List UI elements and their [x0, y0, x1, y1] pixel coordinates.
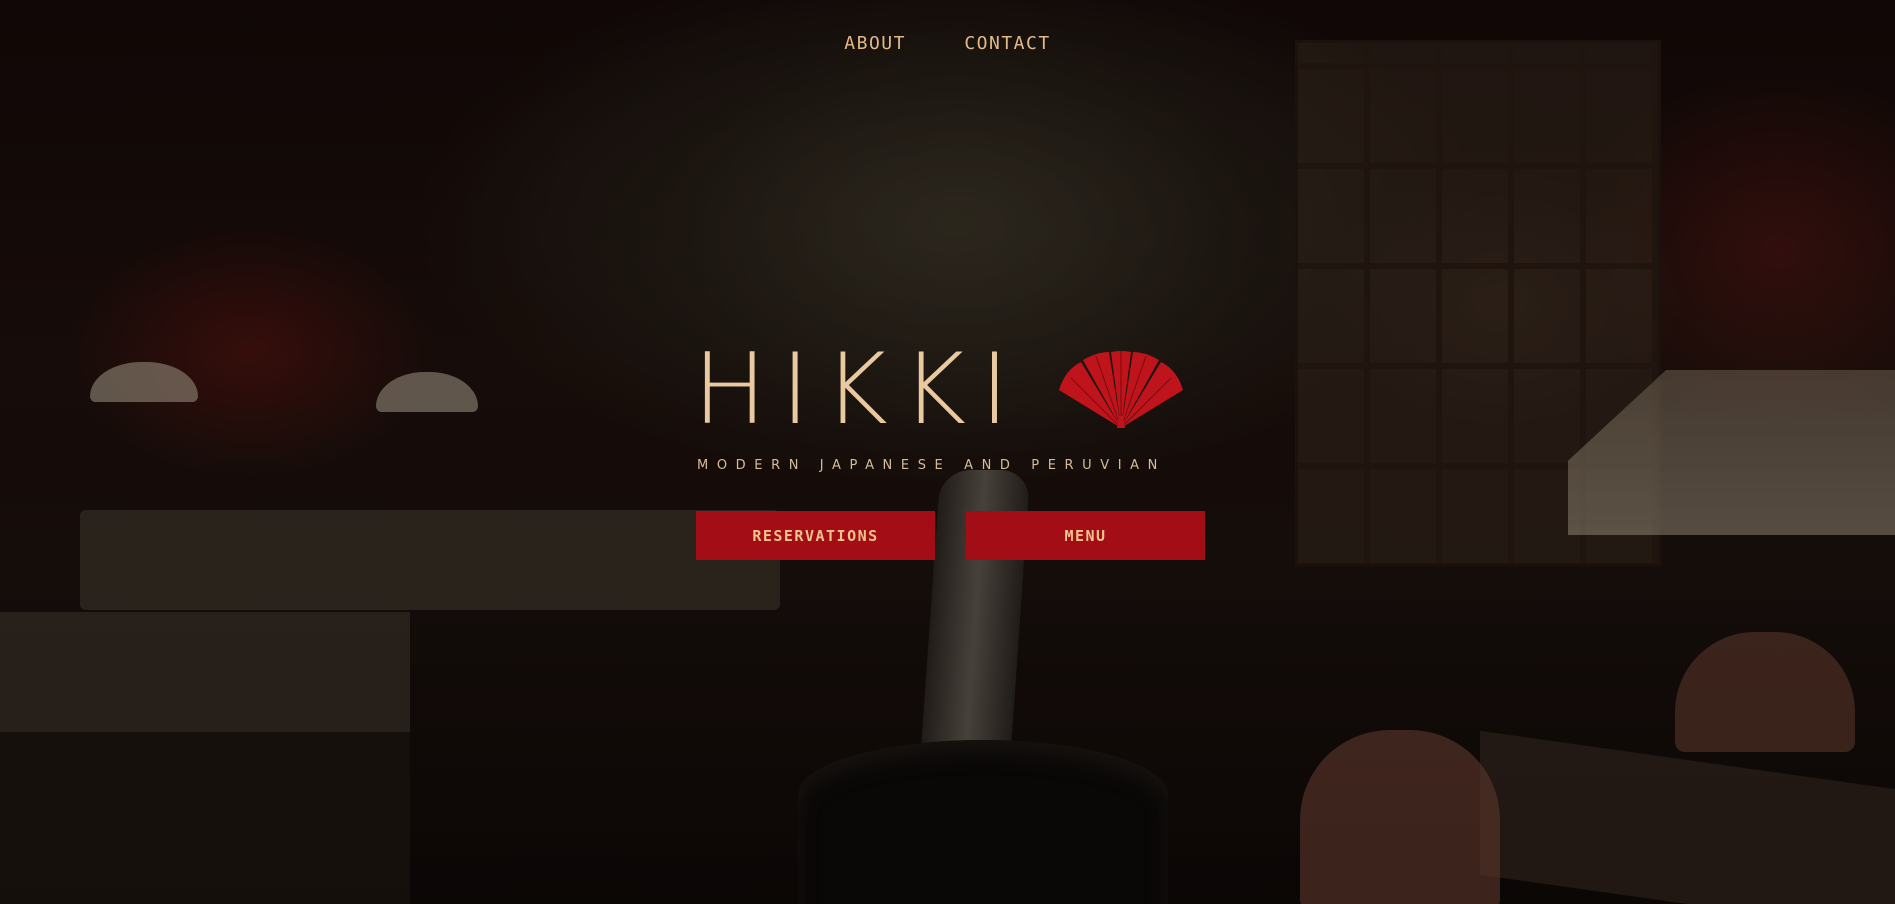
top-nav: ABOUT CONTACT	[0, 33, 1895, 54]
brand-tagline: MODERN JAPANESE AND PERUVIAN	[697, 458, 1167, 473]
brand-logo: HIKKI MODERN JAPANESE AND PERUVIAN	[693, 340, 1213, 480]
nav-contact-link[interactable]: CONTACT	[964, 33, 1050, 54]
brand-name: HIKKI	[693, 333, 1024, 447]
nav-about-link[interactable]: ABOUT	[844, 33, 906, 54]
menu-button[interactable]: MENU	[966, 511, 1205, 560]
reservations-button[interactable]: RESERVATIONS	[696, 511, 935, 560]
hero-section: ABOUT CONTACT HIKKI MODERN JAPANESE AND …	[0, 0, 1895, 904]
ginkgo-fan-icon	[1059, 351, 1183, 429]
